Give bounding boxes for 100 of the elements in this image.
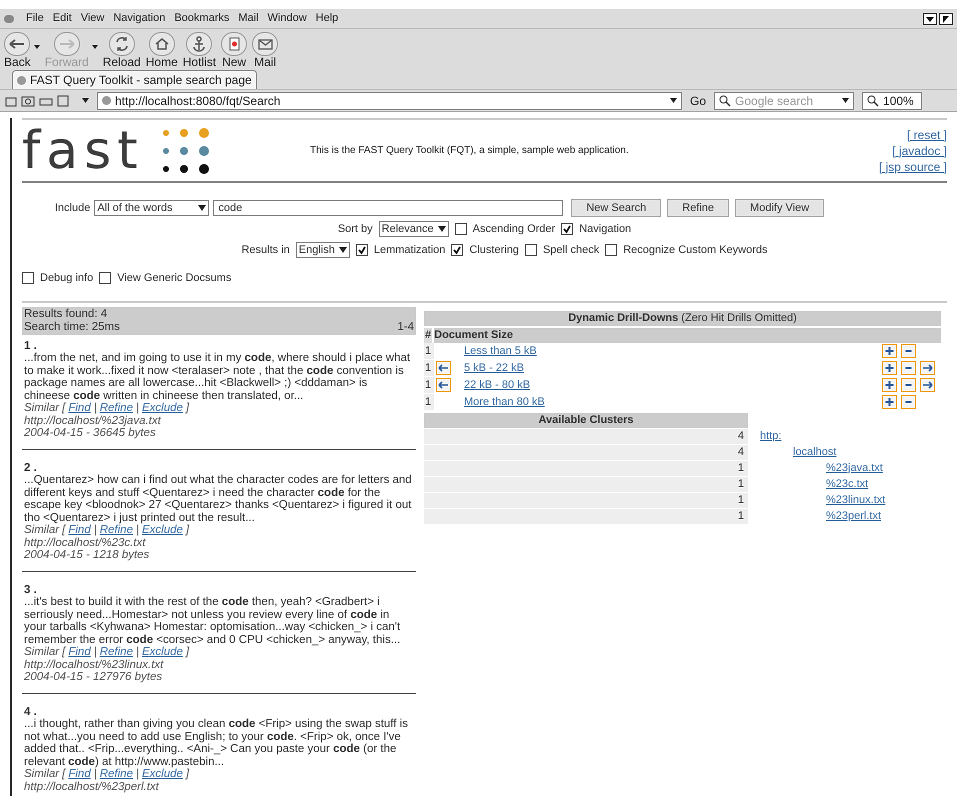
result-action-link[interactable]: Refine	[100, 646, 133, 658]
header-link[interactable]: [ javadoc ]	[892, 142, 947, 158]
header-link[interactable]: [ jsp source ]	[878, 158, 947, 174]
dropdown-arrow-icon[interactable]	[34, 45, 40, 49]
drilldown-link[interactable]: More than 80 kB	[464, 394, 545, 410]
results-in-label: Results in	[241, 242, 290, 258]
result-url: http://localhost/%23linux.txt	[24, 658, 165, 671]
checkbox[interactable]	[454, 223, 467, 236]
checkbox[interactable]	[524, 244, 537, 256]
results-range: 1-4	[397, 320, 414, 334]
dropdown-arrow-icon	[338, 246, 347, 253]
cluster-link[interactable]: %23java.txt	[826, 460, 883, 476]
menu-item[interactable]: Bookmarks	[174, 10, 230, 27]
result-action-link[interactable]: Exclude	[142, 768, 183, 780]
count-cell: 1	[424, 460, 748, 476]
select-field[interactable]: English	[296, 242, 350, 258]
page-icon	[17, 76, 26, 84]
browser-tab[interactable]: FAST Query Toolkit - sample search page	[12, 70, 257, 89]
plus-icon[interactable]	[882, 395, 897, 409]
select-field[interactable]: Relevance	[378, 221, 449, 238]
logo: fast	[22, 124, 144, 176]
form-button[interactable]: New Search	[571, 199, 662, 217]
result-action-link[interactable]: Find	[68, 646, 91, 658]
result-action-link[interactable]: Find	[68, 524, 91, 536]
drilldown-link[interactable]: Less than 5 kB	[464, 342, 537, 360]
checkbox-label: Ascending Order	[472, 222, 556, 237]
app-icon	[4, 14, 14, 22]
results-count: Results found: 4	[24, 308, 108, 320]
group-header: Document Size	[434, 328, 941, 342]
checkbox[interactable]	[605, 244, 618, 256]
checkbox[interactable]	[22, 272, 34, 284]
checkbox-label: Spell check	[542, 242, 600, 258]
result-action-link[interactable]: Refine	[100, 524, 133, 536]
minus-icon[interactable]	[901, 395, 916, 409]
dropdown-arrow-icon[interactable]	[670, 98, 677, 103]
zoom-field[interactable]: 100%	[862, 92, 922, 110]
checkbox[interactable]	[356, 244, 368, 256]
minus-icon[interactable]	[901, 378, 916, 392]
cluster-link[interactable]: %23linux.txt	[826, 492, 886, 508]
dropdown-arrow-icon	[198, 205, 206, 211]
menu-item[interactable]: Navigation	[113, 10, 166, 27]
result-action-link[interactable]: Find	[68, 402, 91, 414]
left-arrow-icon[interactable]	[436, 361, 451, 375]
page-icon	[102, 96, 111, 105]
restore-icon[interactable]	[939, 12, 953, 24]
dropdown-arrow-icon[interactable]	[842, 98, 850, 103]
count-cell: 1	[424, 508, 748, 524]
form-button[interactable]: Refine	[667, 199, 730, 217]
menu-item[interactable]: Edit	[52, 10, 72, 27]
cluster-link[interactable]: %23perl.txt	[826, 508, 882, 524]
cluster-link[interactable]: http:	[760, 428, 782, 444]
menu-item[interactable]: Help	[316, 10, 338, 27]
menu-item[interactable]: Window	[268, 10, 307, 27]
result-number: 2 .	[24, 462, 38, 474]
checkbox[interactable]	[561, 223, 574, 236]
result-action-link[interactable]: Exclude	[142, 402, 183, 414]
checkbox[interactable]	[451, 244, 464, 256]
result-snippet: ...Quentarez> how can i find out what the character codes are for letters and different keys and stuff <Quentarez> i need the character code for the escape key <bloodnok> 27 <Quentarez> thanks <Quentarez> i figured it out tho <Quentarez> i just printed out the result...	[24, 474, 413, 524]
query-field[interactable]: code	[213, 200, 564, 216]
result-action-link[interactable]: Find	[68, 768, 91, 780]
drilldown-link[interactable]: 5 kB - 22 kB	[464, 360, 524, 376]
toolbar-button[interactable]: Reload	[102, 32, 141, 69]
dropdown-arrow-icon[interactable]	[82, 98, 89, 103]
checkbox[interactable]	[99, 272, 112, 284]
plus-icon[interactable]	[882, 344, 897, 358]
checkbox-label: Lemmatization	[374, 242, 446, 258]
address-field[interactable]: http://localhost:8080/fqt/Search	[97, 92, 682, 110]
include-select[interactable]: All of the words	[94, 200, 210, 216]
header-link[interactable]: [ reset ]	[906, 126, 947, 142]
minus-icon[interactable]	[901, 361, 916, 375]
checkbox-label: View Generic Docsums	[117, 271, 232, 286]
result-number: 4 .	[24, 706, 38, 718]
menu-item[interactable]: File	[26, 10, 44, 27]
minus-icon[interactable]	[901, 344, 916, 358]
form-button[interactable]: Modify View	[735, 199, 824, 217]
plus-icon[interactable]	[882, 361, 897, 375]
plus-icon[interactable]	[882, 378, 897, 392]
drilldown-link[interactable]: 22 kB - 80 kB	[464, 376, 530, 394]
result-action-link[interactable]: Refine	[100, 768, 133, 780]
search-field[interactable]: Google search	[714, 92, 854, 110]
separator-text: |	[94, 402, 97, 414]
cluster-link[interactable]: localhost	[793, 444, 836, 460]
separator-text: |	[136, 646, 139, 658]
go-button[interactable]: Go	[690, 92, 706, 110]
left-arrow-icon[interactable]	[436, 378, 451, 392]
drilldown-header: Dynamic Drill-Downs (Zero Hit Drills Omitted)	[424, 310, 941, 326]
similar-label: Similar	[24, 646, 60, 658]
count-cell: 4	[424, 444, 748, 460]
result-action-link[interactable]: Exclude	[142, 646, 183, 658]
count-cell: 1	[424, 394, 434, 410]
right-arrow-icon[interactable]	[920, 378, 935, 392]
right-arrow-icon[interactable]	[920, 361, 935, 375]
result-action-link[interactable]: Exclude	[142, 524, 183, 536]
menu-item[interactable]: Mail	[238, 10, 259, 27]
count-cell: 1	[424, 476, 748, 492]
result-action-link[interactable]: Refine	[100, 402, 133, 414]
bracket-text: [	[62, 768, 66, 780]
minimize-icon[interactable]	[923, 12, 937, 24]
cluster-link[interactable]: %23c.txt	[826, 476, 868, 492]
menu-item[interactable]: View	[80, 10, 104, 27]
